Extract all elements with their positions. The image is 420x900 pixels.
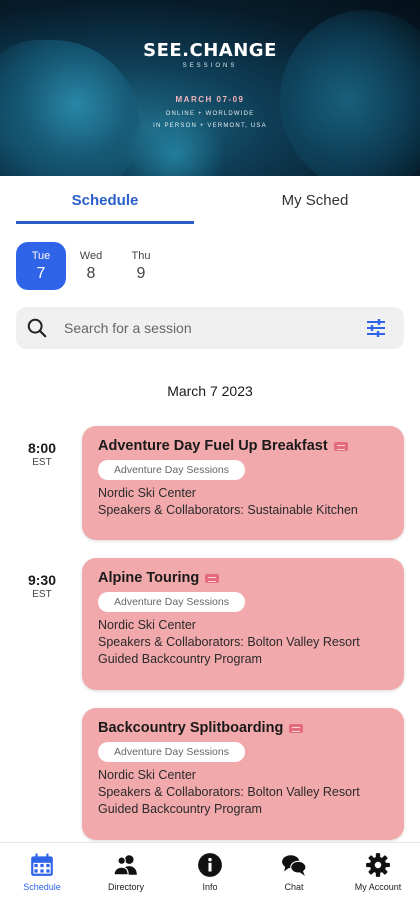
tab-schedule[interactable]: Schedule	[0, 176, 210, 224]
banner-line-in-person: IN PERSON + VERMONT, USA	[153, 123, 267, 129]
day-wed[interactable]: Wed 8	[66, 242, 116, 290]
session-title: Alpine Touring	[98, 570, 388, 586]
schedule-tabs: Schedule My Sched	[0, 176, 420, 224]
day-thu[interactable]: Thu 9	[116, 242, 166, 290]
nav-directory[interactable]: Directory	[84, 843, 168, 900]
flag-icon	[333, 441, 348, 451]
session-location: Nordic Ski Center	[98, 486, 196, 500]
session-title-text: Backcountry Splitboarding	[98, 720, 284, 736]
day-name: Thu	[131, 249, 151, 262]
session-track-pill: Adventure Day Sessions	[98, 742, 245, 762]
day-name: Wed	[79, 249, 103, 262]
nav-label: Info	[202, 881, 218, 892]
session-details: Nordic Ski Center Speakers & Collaborato…	[98, 485, 388, 519]
session-time: 8:00 EST	[20, 440, 64, 468]
day-tue[interactable]: Tue 7	[16, 242, 66, 290]
session-extra: Guided Backcountry Program	[98, 652, 262, 666]
search-icon[interactable]	[26, 317, 48, 339]
bottom-navigation: Schedule Directory Info Chat My Account	[0, 842, 420, 900]
event-banner: SEE.CHANGE SESSIONS MARCH 07-09 ONLINE +…	[0, 0, 420, 176]
nav-label: Schedule	[23, 881, 61, 892]
search-bar	[16, 307, 404, 349]
session-card[interactable]: Adventure Day Fuel Up Breakfast Adventur…	[82, 426, 404, 540]
day-number: 8	[86, 264, 96, 282]
session-extra: Guided Backcountry Program	[98, 802, 262, 816]
session-track-pill: Adventure Day Sessions	[98, 592, 245, 612]
session-title-text: Adventure Day Fuel Up Breakfast	[98, 438, 328, 454]
banner-line-online: ONLINE + WORLDWIDE	[165, 111, 255, 117]
session-track-pill: Adventure Day Sessions	[98, 460, 245, 480]
session-timezone: EST	[32, 589, 52, 600]
session-time-value: 9:30	[27, 572, 57, 588]
session-speakers: Speakers & Collaborators: Sustainable Ki…	[98, 503, 358, 517]
nav-info[interactable]: Info	[168, 843, 252, 900]
session-location: Nordic Ski Center	[98, 618, 196, 632]
session-title: Adventure Day Fuel Up Breakfast	[98, 438, 388, 454]
nav-my-account[interactable]: My Account	[336, 843, 420, 900]
gear-icon	[366, 852, 390, 877]
flag-icon	[289, 723, 304, 733]
flag-icon	[205, 573, 220, 583]
tab-my-sched[interactable]: My Sched	[210, 176, 420, 224]
info-icon	[198, 852, 222, 877]
day-selector: Tue 7 Wed 8 Thu 9	[16, 242, 166, 290]
session-speakers: Speakers & Collaborators: Bolton Valley …	[98, 785, 360, 799]
nav-label: Directory	[107, 881, 144, 892]
day-number: 7	[36, 264, 46, 282]
date-heading: March 7 2023	[167, 383, 253, 399]
banner-brand: SEE.CHANGE	[143, 40, 277, 61]
nav-chat[interactable]: Chat	[252, 843, 336, 900]
session-location: Nordic Ski Center	[98, 768, 196, 782]
session-card[interactable]: Alpine Touring Adventure Day Sessions No…	[82, 558, 404, 690]
search-input[interactable]	[64, 320, 364, 336]
session-speakers: Speakers & Collaborators: Bolton Valley …	[98, 635, 360, 649]
nav-label: Chat	[284, 881, 304, 892]
session-time-value: 8:00	[27, 440, 57, 456]
people-icon	[113, 854, 137, 875]
nav-schedule[interactable]: Schedule	[0, 843, 84, 900]
filter-icon[interactable]	[364, 316, 388, 340]
session-time: 9:30 EST	[20, 572, 64, 600]
chat-icon	[282, 854, 307, 876]
day-number: 9	[136, 264, 146, 282]
nav-label: My Account	[354, 881, 402, 892]
banner-dates: MARCH 07-09	[175, 95, 245, 104]
session-title: Backcountry Splitboarding	[98, 720, 388, 736]
session-details: Nordic Ski Center Speakers & Collaborato…	[98, 767, 388, 818]
calendar-icon	[31, 853, 53, 876]
session-card[interactable]: Backcountry Splitboarding Adventure Day …	[82, 708, 404, 840]
banner-subtitle: SESSIONS	[182, 63, 238, 69]
day-name: Tue	[31, 249, 51, 262]
session-details: Nordic Ski Center Speakers & Collaborato…	[98, 617, 388, 668]
session-title-text: Alpine Touring	[98, 570, 200, 586]
session-timezone: EST	[32, 457, 52, 468]
banner-text: SEE.CHANGE SESSIONS MARCH 07-09 ONLINE +…	[0, 40, 420, 129]
